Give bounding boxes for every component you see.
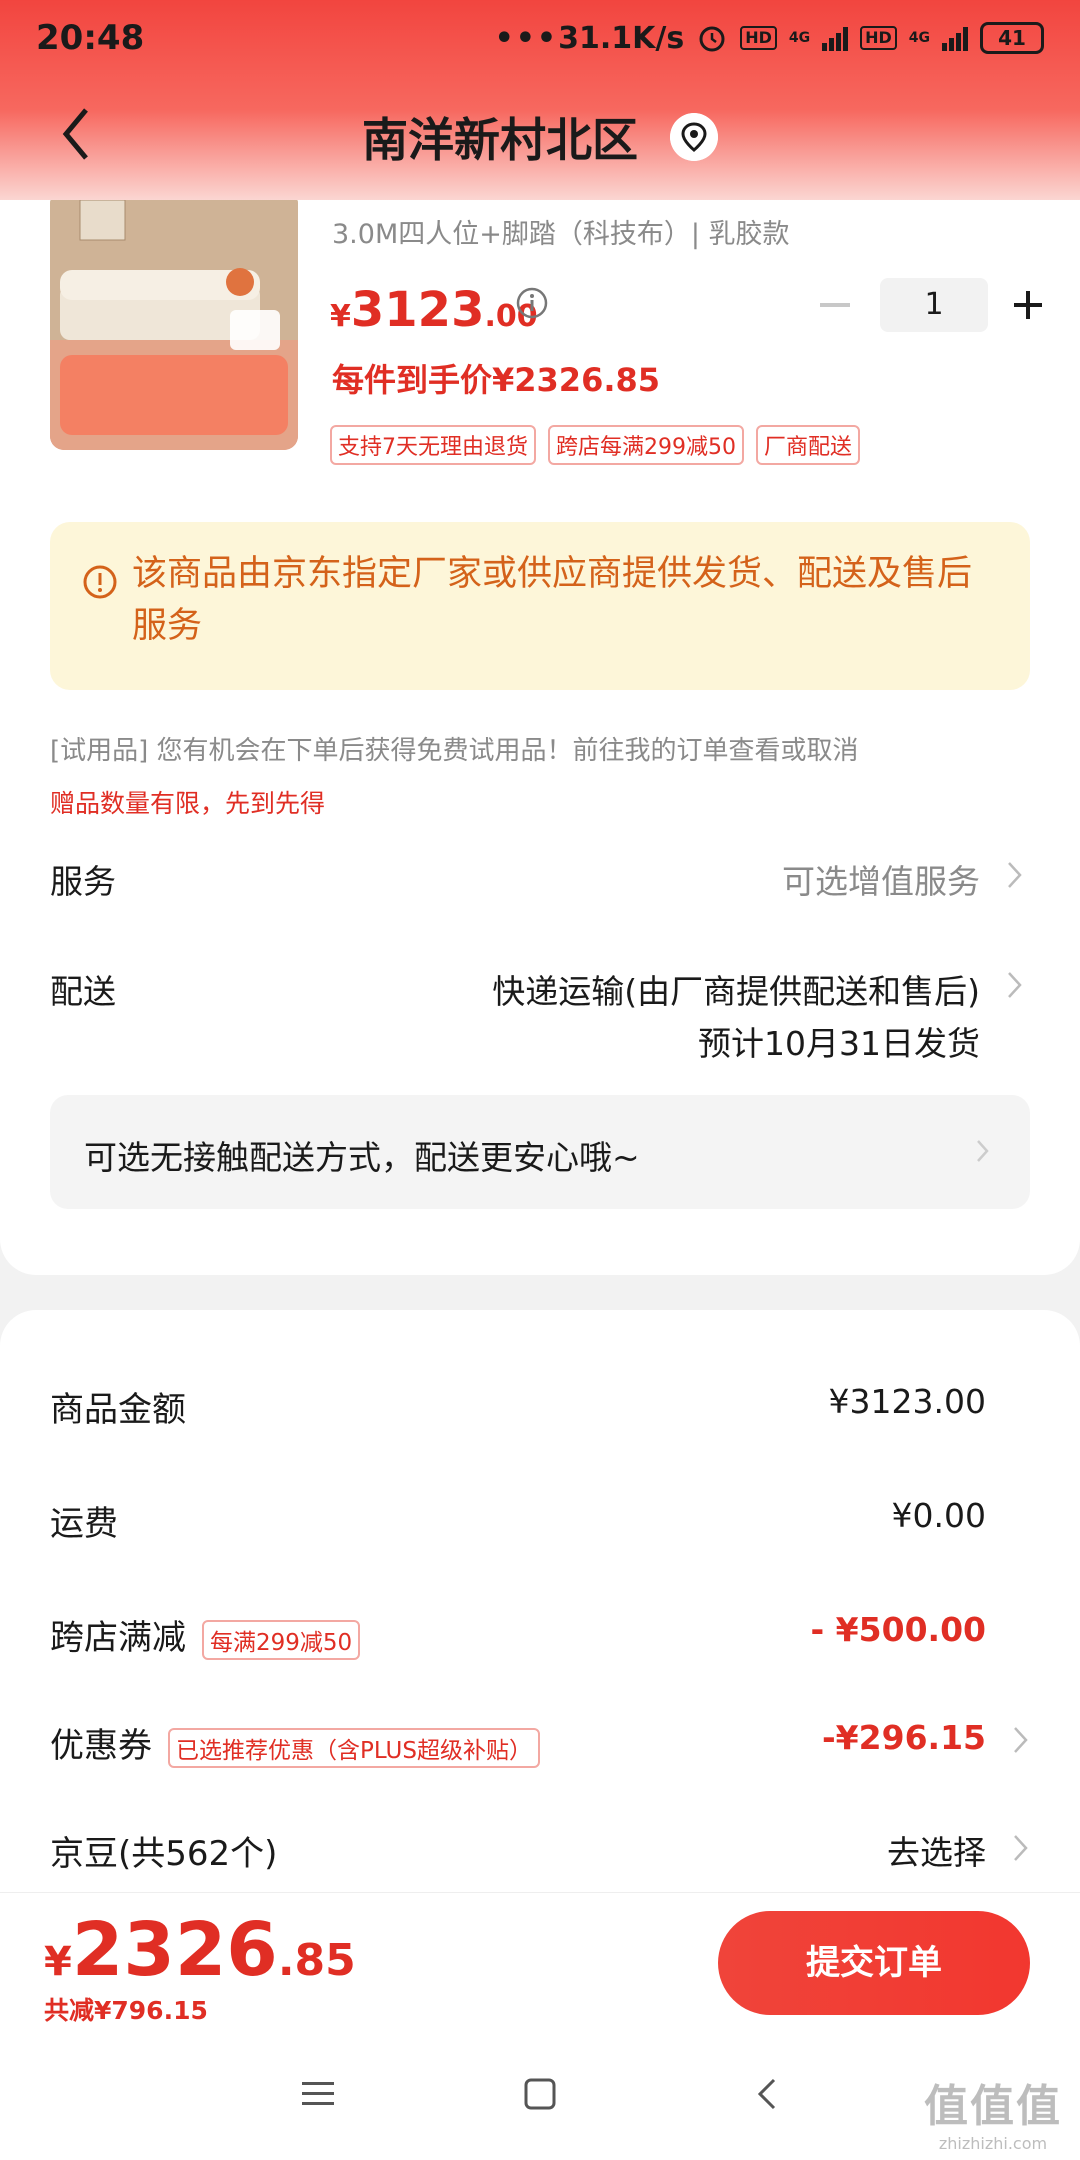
back-icon[interactable] [746, 2072, 790, 2116]
contactless-text: 可选无接触配送方式，配送更安心哦~ [84, 1138, 640, 1177]
coupon-value[interactable]: -¥296.15 [822, 1718, 986, 1757]
checkout-bar: ¥2326.85 共减¥796.15 提交订单 [0, 1892, 1080, 2030]
quantity-stepper: 1 [806, 278, 1050, 332]
increase-button[interactable] [1006, 278, 1050, 332]
signal-label: 4G [788, 30, 811, 46]
menu-icon[interactable] [296, 2072, 340, 2116]
info-icon[interactable] [515, 286, 549, 320]
hd-badge: HD [740, 26, 777, 50]
watermark-url: zhizhizhi.com [938, 2134, 1048, 2153]
service-value[interactable]: 可选增值服务 [782, 855, 980, 903]
final-unit-price: 每件到手价¥2326.85 [332, 361, 661, 399]
tag-vendor-delivery: 厂商配送 [756, 425, 861, 465]
shipping-value: ¥0.00 [891, 1496, 986, 1535]
total-integer: 2326 [71, 1907, 278, 1993]
watermark: 值值值 zhizhizhi.com [924, 2070, 1062, 2153]
coupon-tag: 已选推荐优惠（含PLUS超级补贴） [168, 1727, 540, 1768]
battery-icon: 41 [980, 22, 1044, 54]
tag-return: 支持7天无理由退货 [330, 425, 536, 465]
contactless-delivery-option[interactable]: 可选无接触配送方式，配送更安心哦~ [50, 1095, 1030, 1209]
chevron-right-icon[interactable] [1006, 860, 1024, 890]
signal-label: 4G [908, 30, 930, 46]
delivery-date: 预计10月31日发货 [698, 1024, 980, 1063]
watermark-logo: 值值值 [924, 2081, 1062, 2132]
hd-badge: HD [860, 26, 897, 50]
trial-info[interactable]: [试用品] 您有机会在下单后获得免费试用品！前往我的订单查看或取消 [50, 730, 859, 767]
product-card: 3.0M四人位+脚踏（科技布）| 乳胶款 ¥3123.00 1 每件到手价¥23… [0, 150, 1080, 1275]
jd-beans-select[interactable]: 去选择 [887, 1826, 986, 1874]
chevron-right-icon[interactable] [1012, 1833, 1030, 1863]
gift-limited-text: 赠品数量有限，先到先得 [50, 789, 326, 818]
signal-icon [942, 25, 968, 51]
system-nav-bar [0, 2030, 1080, 2160]
product-thumbnail[interactable] [50, 190, 298, 450]
info-icon [83, 565, 117, 599]
service-label: 服务 [50, 862, 116, 901]
chevron-right-icon [977, 1140, 989, 1162]
total-saved: 共减¥796.15 [44, 1996, 208, 2025]
header: 20:48 •••31.1K/s HD 4G HD 4G 41 南洋新村北区 [0, 0, 1080, 200]
chevron-right-icon[interactable] [1006, 970, 1024, 1000]
location-pin-icon[interactable] [670, 113, 718, 161]
price-currency: ¥ [330, 299, 351, 334]
price-summary-card: 商品金额 ¥3123.00 运费 ¥0.00 跨店满减 每满299减50 - ¥5… [0, 1310, 1080, 1910]
net-speed: •••31.1K/s [494, 20, 685, 56]
vendor-notice: 该商品由京东指定厂家或供应商提供发货、配送及售后服务 [50, 522, 1030, 690]
cross-store-discount-label: 跨店满减 每满299减50 [50, 1610, 361, 1660]
submit-order-button[interactable]: 提交订单 [718, 1911, 1030, 2015]
price-integer: 3123 [350, 282, 485, 338]
goods-amount-value: ¥3123.00 [828, 1382, 986, 1421]
coupon-label[interactable]: 优惠券 已选推荐优惠（含PLUS超级补贴） [50, 1718, 540, 1768]
page-title: 南洋新村北区 [361, 113, 638, 167]
cross-store-discount-value: - ¥500.00 [810, 1610, 987, 1649]
delivery-value[interactable]: 快递运输(由厂商提供配送和售后) [492, 965, 980, 1013]
status-time: 20:48 [36, 18, 145, 58]
nav-bar: 南洋新村北区 [0, 90, 1080, 180]
chevron-right-icon[interactable] [1012, 1725, 1030, 1755]
total-currency: ¥ [44, 1939, 72, 1985]
status-icons: •••31.1K/s HD 4G HD 4G 41 [495, 21, 1044, 56]
alarm-icon [699, 26, 725, 52]
quantity-value[interactable]: 1 [880, 278, 988, 332]
address-title[interactable]: 南洋新村北区 [0, 104, 1080, 170]
notice-text: 该商品由京东指定厂家或供应商提供发货、配送及售后服务 [132, 554, 973, 646]
total-decimal: .85 [277, 1935, 356, 1986]
cross-store-tag: 每满299减50 [202, 1619, 361, 1660]
signal-icon [822, 25, 849, 51]
delivery-label: 配送 [50, 972, 116, 1011]
product-spec: 3.0M四人位+脚踏（科技布）| 乳胶款 [332, 219, 790, 250]
jd-beans-label: 京豆(共562个) [50, 1834, 278, 1874]
goods-amount-label: 商品金额 [50, 1390, 186, 1430]
product-price: ¥3123.00 [330, 282, 538, 338]
tag-discount: 跨店每满299减50 [548, 425, 744, 465]
decrease-button[interactable] [806, 278, 866, 332]
product-tags: 支持7天无理由退货 跨店每满299减50 厂商配送 [330, 425, 861, 465]
shipping-label: 运费 [50, 1504, 118, 1544]
total-price: ¥2326.85 [44, 1907, 356, 1993]
home-icon[interactable] [518, 2072, 562, 2116]
status-bar: 20:48 •••31.1K/s HD 4G HD 4G 41 [36, 10, 1044, 66]
